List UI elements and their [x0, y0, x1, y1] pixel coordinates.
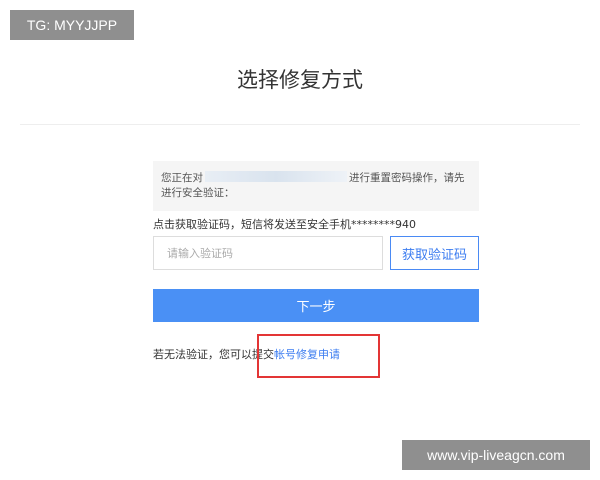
- redacted-account: [205, 171, 347, 182]
- next-step-button[interactable]: 下一步: [153, 289, 479, 322]
- security-notice: 您正在对 进行重置密码操作，请先 进行安全验证：: [153, 161, 479, 211]
- verification-code-input[interactable]: [153, 236, 383, 270]
- notice-line-2: 进行安全验证：: [161, 187, 235, 199]
- watermark-top-left: TG: MYYJJPP: [10, 10, 134, 40]
- sms-info-text: 点击获取验证码，短信将发送至安全手机********940: [153, 218, 416, 231]
- watermark-bottom-right: www.vip-liveagcn.com: [402, 440, 590, 470]
- red-highlight-box: [257, 334, 380, 378]
- get-code-button[interactable]: 获取验证码: [390, 236, 479, 270]
- notice-suffix: 进行重置密码操作，请先: [349, 172, 465, 184]
- notice-line-1: 您正在对 进行重置密码操作，请先: [161, 171, 471, 186]
- fallback-label: 若无法验证，您可以提交: [153, 348, 274, 361]
- title-divider: [20, 124, 580, 125]
- notice-prefix: 您正在对: [161, 172, 203, 184]
- page-title: 选择修复方式: [237, 68, 363, 92]
